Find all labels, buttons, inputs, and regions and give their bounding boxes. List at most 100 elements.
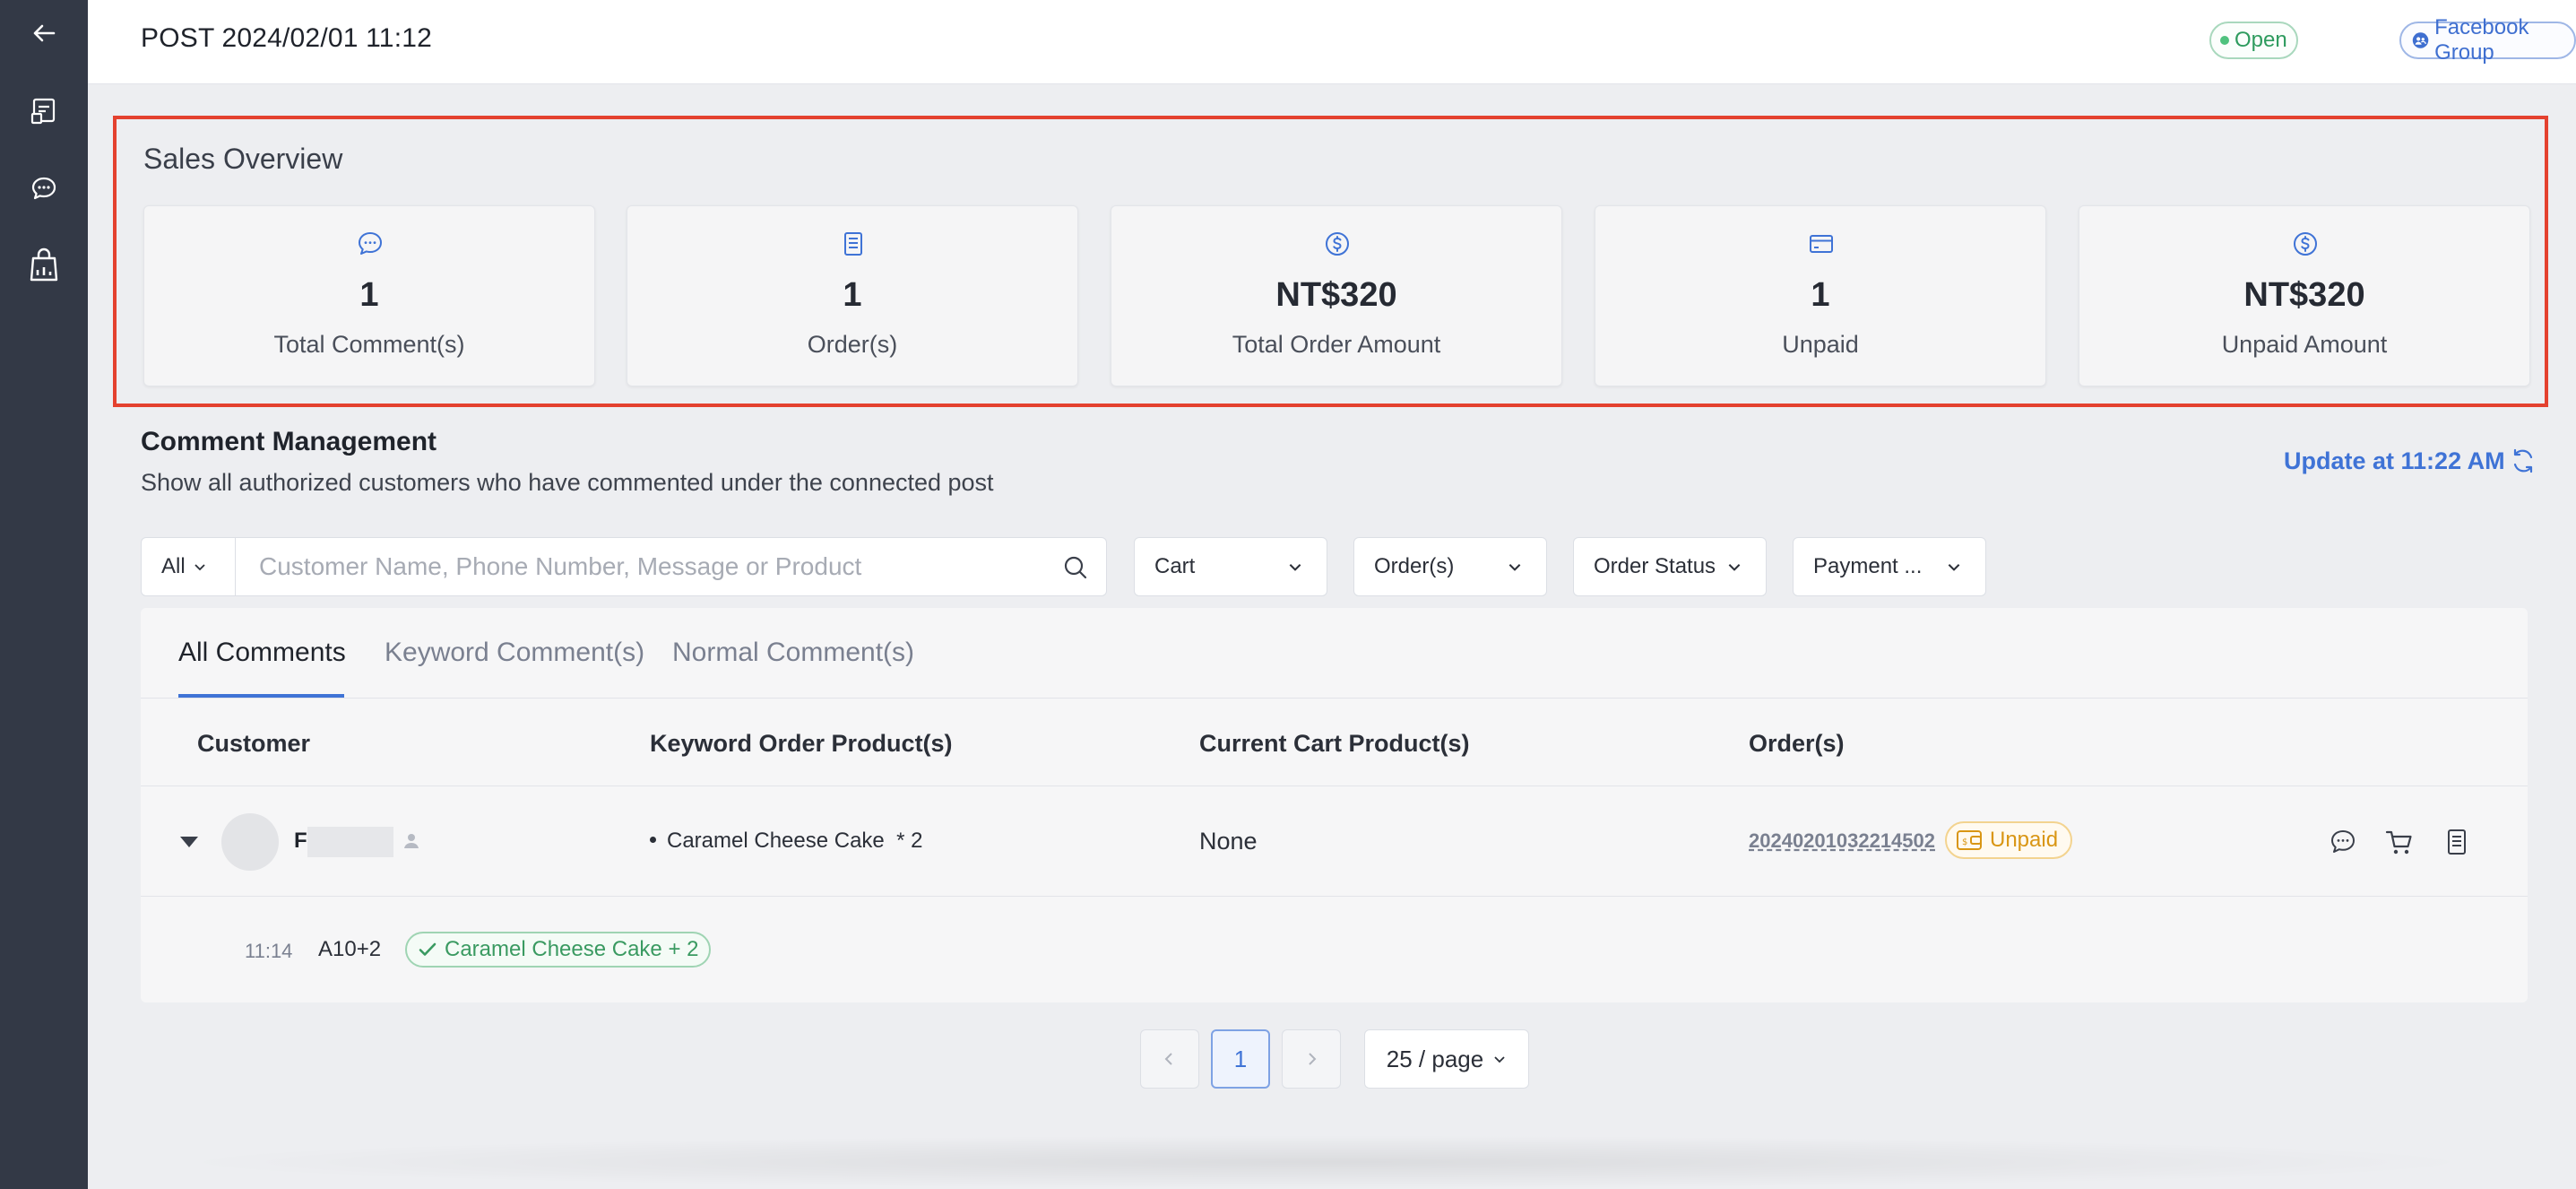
tab-all-comments[interactable]: All Comments <box>178 638 346 668</box>
comment-tabs: All Comments Keyword Comment(s) Normal C… <box>141 608 2528 699</box>
expand-row-toggle[interactable] <box>180 837 198 847</box>
dollar-icon <box>2294 232 2317 256</box>
chevron-down-icon <box>1289 564 1301 571</box>
status-badge-label: Open <box>2235 28 2287 52</box>
cart-filter-dropdown[interactable]: Cart <box>1134 537 1327 596</box>
page-size-value: 25 / page <box>1386 1045 1484 1072</box>
chevron-down-icon <box>1948 564 1960 571</box>
scope-select[interactable]: All <box>141 537 236 596</box>
search-icon[interactable] <box>1062 554 1089 581</box>
sales-overview-title: Sales Overview <box>143 143 343 175</box>
post-title: POST 2024/02/01 11:12 <box>141 23 433 53</box>
customer-name-redacted <box>307 827 393 857</box>
comments-table: All Comments Keyword Comment(s) Normal C… <box>141 608 2528 1002</box>
group-icon <box>2412 32 2429 48</box>
scope-select-value: All <box>161 554 186 578</box>
svg-text:$: $ <box>1962 838 1967 847</box>
chevron-down-icon <box>1494 1056 1505 1063</box>
update-label: Update at 11:22 AM <box>2284 447 2505 474</box>
stat-value: 1 <box>1811 276 1830 314</box>
chevron-down-icon <box>194 564 205 571</box>
dropdown-label: Payment ... <box>1813 554 1923 578</box>
search-input[interactable] <box>259 549 1030 585</box>
order-status-filter-dropdown[interactable]: Order Status <box>1573 537 1767 596</box>
card-icon <box>1810 235 1833 253</box>
stat-card-unpaid-amount: NT$320 Unpaid Amount <box>2079 205 2530 386</box>
column-header-keyword-products: Keyword Order Product(s) <box>650 730 953 757</box>
facebook-group-label: Facebook Group <box>2434 15 2529 65</box>
matched-keyword-tag: Caramel Cheese Cake + 2 <box>405 932 712 968</box>
tab-normal-comments[interactable]: Normal Comment(s) <box>672 638 914 668</box>
dropdown-label: Cart <box>1154 554 1196 578</box>
next-page-button[interactable] <box>1282 1029 1341 1089</box>
comment-icon <box>359 232 382 255</box>
refresh-icon <box>2513 448 2532 473</box>
stat-value: NT$320 <box>2243 276 2365 314</box>
update-button[interactable]: Update at 11:22 AM <box>2284 447 2537 475</box>
chevron-down-icon <box>1508 564 1521 571</box>
order-status-label: Unpaid <box>1990 828 2059 852</box>
wallet-icon: $ <box>1957 830 1982 850</box>
stat-value: 1 <box>843 276 862 314</box>
chevron-right-icon <box>1309 1053 1317 1065</box>
dropdown-label: Order Status <box>1594 554 1716 578</box>
order-number-link[interactable]: 20240201032214502 <box>1749 829 1935 853</box>
comment-management-title: Comment Management <box>141 427 437 456</box>
order-icon <box>844 232 862 256</box>
stat-label: Unpaid Amount <box>2221 331 2388 358</box>
status-dot-icon <box>2220 36 2229 45</box>
column-header-cart-products: Current Cart Product(s) <box>1199 730 1470 757</box>
user-icon[interactable] <box>401 830 422 852</box>
chat-icon[interactable] <box>22 167 65 210</box>
tab-keyword-comments[interactable]: Keyword Comment(s) <box>385 638 644 668</box>
stat-value: NT$320 <box>1275 276 1397 314</box>
stat-label: Total Order Amount <box>1232 331 1441 358</box>
order-detail-icon[interactable] <box>2442 827 2472 857</box>
back-arrow-icon[interactable] <box>22 12 65 55</box>
order-status-badge: $ Unpaid <box>1945 821 2073 859</box>
payment-filter-dropdown[interactable]: Payment ... <box>1793 537 1986 596</box>
dollar-icon <box>1326 232 1349 256</box>
search-field <box>236 537 1107 596</box>
shop-analytics-icon[interactable] <box>22 244 65 287</box>
divider <box>141 785 2528 786</box>
orders-filter-dropdown[interactable]: Order(s) <box>1353 537 1547 596</box>
keyword-product-qty: * 2 <box>896 829 923 853</box>
bottom-shadow <box>161 1135 2492 1189</box>
prev-page-button[interactable] <box>1140 1029 1199 1089</box>
check-icon <box>419 942 437 956</box>
message-icon[interactable] <box>2328 827 2358 857</box>
sidebar <box>0 0 88 1189</box>
stat-card-orders: 1 Order(s) <box>627 205 1078 386</box>
active-tab-indicator <box>178 694 344 698</box>
message-text: A10+2 <box>318 937 382 961</box>
column-header-orders: Order(s) <box>1749 730 1845 757</box>
stat-card-total-comments: 1 Total Comment(s) <box>143 205 595 386</box>
comment-management-subtitle: Show all authorized customers who have c… <box>141 469 994 496</box>
chevron-left-icon <box>1164 1053 1172 1065</box>
message-time: 11:14 <box>245 940 293 962</box>
page-size-select[interactable]: 25 / page <box>1364 1029 1529 1089</box>
stat-card-total-order-amount: NT$320 Total Order Amount <box>1111 205 1562 386</box>
cart-icon[interactable] <box>2384 827 2415 857</box>
divider <box>141 896 2528 897</box>
stat-value: 1 <box>359 276 379 314</box>
stat-card-unpaid: 1 Unpaid <box>1595 205 2046 386</box>
posts-icon[interactable] <box>22 90 65 133</box>
keyword-product: Caramel Cheese Cake * 2 <box>650 829 922 854</box>
keyword-product-name: Caramel Cheese Cake <box>667 829 885 853</box>
bullet <box>650 837 656 844</box>
top-header: POST 2024/02/01 11:12 Open Facebook Grou… <box>88 0 2576 84</box>
dropdown-label: Order(s) <box>1374 554 1455 578</box>
cart-products-value: None <box>1199 828 1258 855</box>
stat-label: Unpaid <box>1782 331 1859 358</box>
page-button-current[interactable]: 1 <box>1211 1029 1270 1089</box>
sales-overview: Sales Overview 1 Total Comment(s) 1 Orde… <box>113 116 2548 407</box>
avatar <box>221 813 279 871</box>
status-badge: Open <box>2209 22 2298 59</box>
customer-name[interactable]: F <box>294 829 307 854</box>
facebook-group-badge[interactable]: Facebook Group <box>2399 15 2576 65</box>
stat-label: Total Comment(s) <box>273 331 465 358</box>
matched-keyword-label: Caramel Cheese Cake + 2 <box>445 937 699 961</box>
column-header-customer: Customer <box>197 730 311 757</box>
